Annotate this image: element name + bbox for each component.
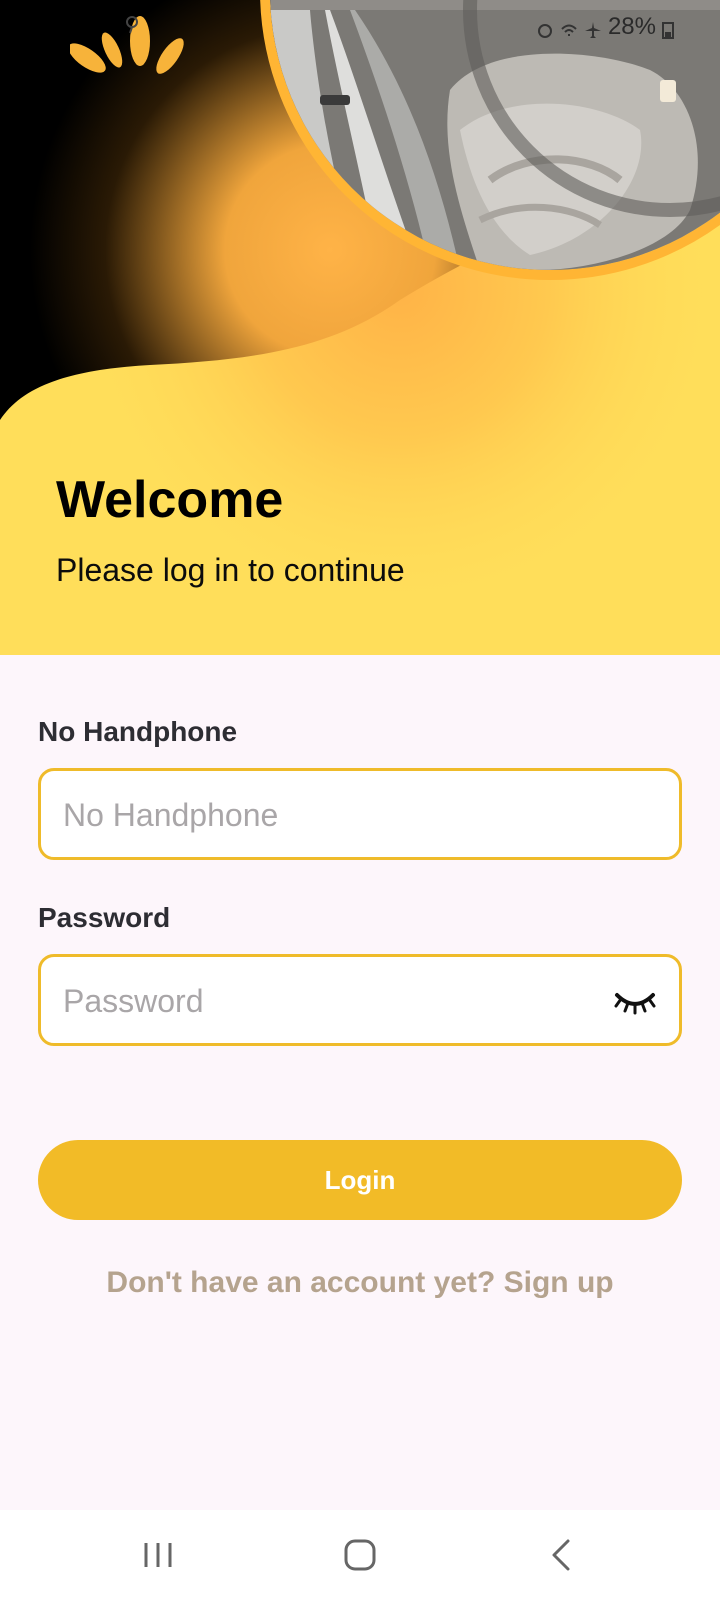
hero-header: 28% Welcome Please log in to continue <box>0 0 720 655</box>
home-icon[interactable] <box>330 1535 390 1575</box>
welcome-subtitle: Please log in to continue <box>56 552 405 588</box>
airplane-icon <box>584 18 602 38</box>
phone-field[interactable] <box>38 768 682 860</box>
recents-icon[interactable] <box>128 1535 188 1575</box>
notification-icon <box>126 16 138 34</box>
back-icon[interactable] <box>532 1535 592 1575</box>
password-input[interactable] <box>61 957 605 1045</box>
battery-icon <box>662 18 680 39</box>
system-nav-bar <box>0 1510 720 1600</box>
eye-closed-icon[interactable] <box>613 985 657 1017</box>
welcome-title: Welcome <box>56 471 284 529</box>
phone-input[interactable] <box>61 771 605 859</box>
signup-link[interactable]: Don't have an account yet? Sign up <box>0 1266 720 1300</box>
status-bar: 28% <box>536 12 680 42</box>
password-field[interactable] <box>38 954 682 1046</box>
login-button[interactable]: Login <box>38 1140 682 1220</box>
password-label: Password <box>38 902 171 933</box>
battery-percentage: 28% <box>607 13 656 40</box>
phone-label: No Handphone <box>38 716 238 747</box>
wifi-icon <box>560 18 578 36</box>
alarm-icon <box>536 18 554 38</box>
